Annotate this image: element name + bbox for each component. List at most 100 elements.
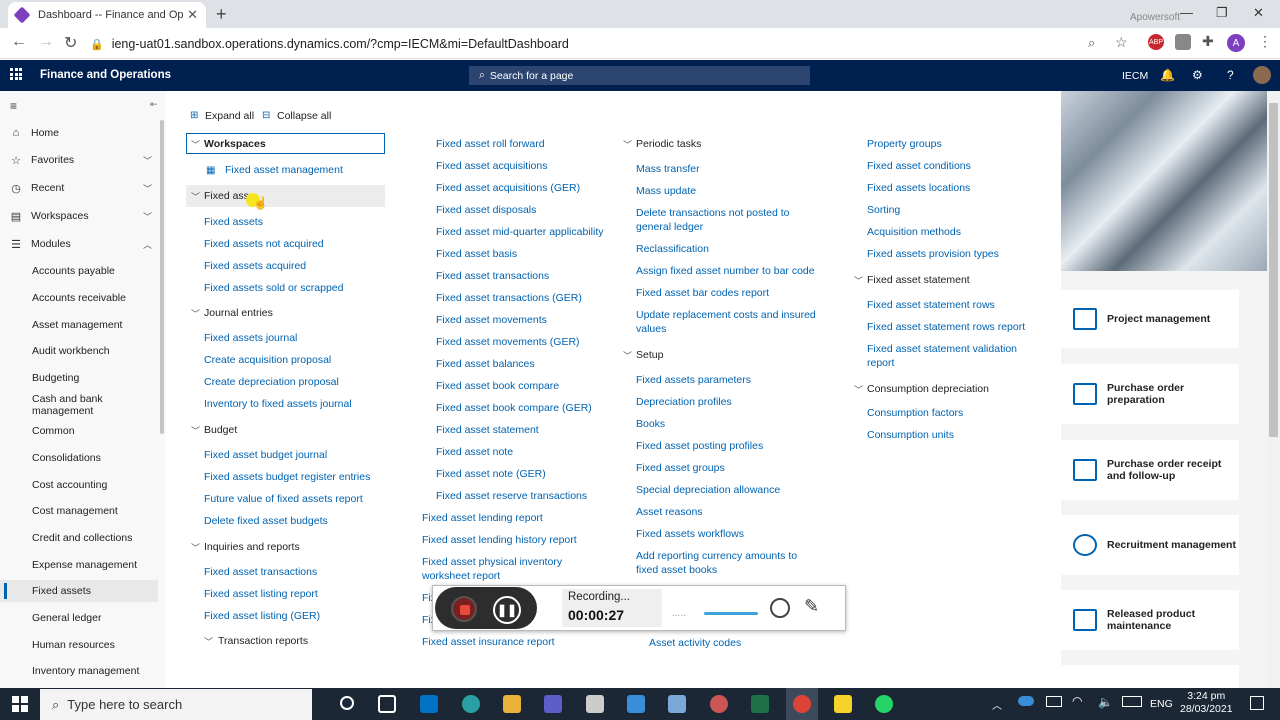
windows-start-icon[interactable]: [12, 696, 28, 712]
user-avatar[interactable]: [1253, 66, 1271, 84]
report-link-cont[interactable]: worksheet report: [422, 569, 500, 583]
periodic-link[interactable]: Delete transactions not posted to: [636, 206, 790, 220]
chevron-down-icon[interactable]: ﹀: [191, 190, 200, 203]
chevron-down-icon[interactable]: ﹀: [204, 635, 213, 648]
report-link[interactable]: Fixed asset balances: [436, 357, 535, 371]
periodic-link-cont[interactable]: values: [636, 322, 666, 336]
setup-link[interactable]: Fixed asset posting profiles: [636, 439, 763, 453]
file-explorer-icon[interactable]: [503, 695, 521, 713]
pen-icon[interactable]: ✎: [804, 596, 819, 617]
module-item[interactable]: Asset management: [0, 314, 158, 336]
new-tab-button[interactable]: +: [216, 4, 227, 25]
je-link[interactable]: Fixed assets journal: [204, 331, 297, 345]
onedrive-icon[interactable]: [1018, 696, 1034, 706]
nav-workspaces[interactable]: ▤ Workspaces ﹀: [0, 205, 158, 227]
periodic-link-cont[interactable]: general ledger: [636, 220, 703, 234]
bookmark-star-icon[interactable]: ☆: [1115, 34, 1128, 51]
periodic-link[interactable]: Mass update: [636, 184, 696, 198]
je-link[interactable]: Create depreciation proposal: [204, 375, 339, 389]
report-link[interactable]: Fixed asset roll forward: [436, 137, 545, 151]
module-item[interactable]: General ledger: [0, 607, 158, 629]
report-link[interactable]: Fixed asset lending history report: [422, 533, 577, 547]
setup-link[interactable]: Books: [636, 417, 665, 431]
statement-link-cont[interactable]: report: [867, 356, 894, 370]
report-link[interactable]: Fixed asset transactions: [436, 269, 549, 283]
app-icon[interactable]: [710, 695, 728, 713]
group-inquiries-reports[interactable]: Inquiries and reports: [204, 541, 300, 553]
nav-scrollbar[interactable]: [160, 120, 164, 434]
expand-all-button[interactable]: Expand all: [205, 110, 254, 122]
inq-link[interactable]: Fixed asset listing (GER): [204, 609, 320, 623]
statement-link[interactable]: Fixed asset statement rows: [867, 298, 995, 312]
budget-link[interactable]: Delete fixed asset budgets: [204, 514, 328, 528]
report-link[interactable]: Fixed asset movements (GER): [436, 335, 580, 349]
excel-icon[interactable]: [751, 695, 769, 713]
setup-link[interactable]: Fixed assets parameters: [636, 373, 751, 387]
nav-modules[interactable]: ☰ Modules ︿: [0, 233, 158, 255]
report-link[interactable]: Fixed asset book compare (GER): [436, 401, 592, 415]
close-tab-icon[interactable]: ✕: [187, 7, 198, 23]
tile-released-product-maintenance[interactable]: Released product maintenance: [1061, 590, 1239, 650]
fa-link[interactable]: Fixed assets not acquired: [204, 237, 324, 251]
module-item[interactable]: Consolidations: [0, 447, 158, 469]
module-item[interactable]: Cash and bank management: [0, 393, 158, 417]
tile-partial[interactable]: [1061, 665, 1239, 688]
gear-icon[interactable]: ⚙: [1192, 68, 1203, 82]
chevron-down-icon[interactable]: ﹀: [191, 138, 200, 151]
report-link[interactable]: Fixed asset note (GER): [436, 467, 546, 481]
report-link[interactable]: Fixed asset basis: [436, 247, 517, 261]
module-item[interactable]: Cost accounting: [0, 474, 158, 496]
report-link[interactable]: Fixed asset disposals: [436, 203, 536, 217]
search-input[interactable]: ⌕ Search for a page: [469, 66, 810, 85]
fa-link[interactable]: Fixed assets acquired: [204, 259, 306, 273]
extension-icon[interactable]: [1175, 34, 1191, 50]
group-transaction-reports[interactable]: Transaction reports: [218, 635, 308, 647]
consumption-link[interactable]: Consumption factors: [867, 406, 963, 420]
report-link[interactable]: Fixed asset physical inventory: [422, 555, 562, 569]
setup-link[interactable]: Special depreciation allowance: [636, 483, 780, 497]
battery-icon[interactable]: [1122, 696, 1142, 707]
company-picker[interactable]: IECM: [1122, 70, 1148, 82]
tile-purchase-order-preparation[interactable]: Purchase order preparation: [1061, 364, 1239, 424]
chevron-down-icon[interactable]: ﹀: [191, 541, 200, 554]
module-item[interactable]: Human resources: [0, 634, 158, 656]
group-consumption-depreciation[interactable]: Consumption depreciation: [867, 383, 989, 395]
setup-link[interactable]: Fixed assets workflows: [636, 527, 744, 541]
module-item[interactable]: Accounts receivable: [0, 287, 158, 309]
periodic-link[interactable]: Fixed asset bar codes report: [636, 286, 769, 300]
pin-icon[interactable]: ⇤: [150, 99, 158, 110]
module-item-selected[interactable]: Fixed assets: [0, 580, 158, 602]
report-link[interactable]: Fixed asset reserve transactions: [436, 489, 587, 503]
module-item[interactable]: Credit and collections: [0, 527, 158, 549]
browser-tab[interactable]: Dashboard -- Finance and Operat ✕: [8, 2, 206, 28]
module-item[interactable]: Cost management: [0, 500, 158, 522]
chevron-down-icon[interactable]: ﹀: [623, 349, 632, 362]
maximize-icon[interactable]: ❐: [1216, 5, 1228, 21]
chevron-down-icon[interactable]: ﹀: [191, 307, 200, 320]
periodic-link[interactable]: Reclassification: [636, 242, 709, 256]
forward-icon[interactable]: →: [38, 33, 54, 51]
report-link[interactable]: Fixed asset acquisitions (GER): [436, 181, 580, 195]
sticky-notes-icon[interactable]: [834, 695, 852, 713]
setup-link[interactable]: Property groups: [867, 137, 942, 151]
profile-avatar[interactable]: A: [1227, 34, 1245, 52]
setup-link[interactable]: Fixed assets provision types: [867, 247, 999, 261]
budget-link[interactable]: Fixed asset budget journal: [204, 448, 327, 462]
task-view-icon[interactable]: [378, 695, 396, 713]
cortana-icon[interactable]: [340, 696, 354, 710]
setup-link[interactable]: Fixed asset groups: [636, 461, 725, 475]
volume-icon[interactable]: 🔈: [1098, 695, 1113, 709]
module-item[interactable]: Expense management: [0, 554, 158, 576]
notification-icon[interactable]: [1250, 696, 1264, 710]
close-window-icon[interactable]: ✕: [1253, 5, 1264, 21]
webcam-icon[interactable]: [770, 598, 790, 618]
stop-recording-button[interactable]: [451, 596, 477, 622]
consumption-link[interactable]: Consumption units: [867, 428, 954, 442]
chevron-up-icon[interactable]: ︿: [992, 697, 1002, 712]
chevron-down-icon[interactable]: ﹀: [854, 274, 863, 287]
periodic-link[interactable]: Mass transfer: [636, 162, 700, 176]
report-link[interactable]: Fixed asset insurance report: [422, 635, 554, 649]
je-link[interactable]: Create acquisition proposal: [204, 353, 331, 367]
page-scrollbar-thumb[interactable]: [1269, 103, 1278, 437]
back-icon[interactable]: ←: [11, 33, 27, 51]
